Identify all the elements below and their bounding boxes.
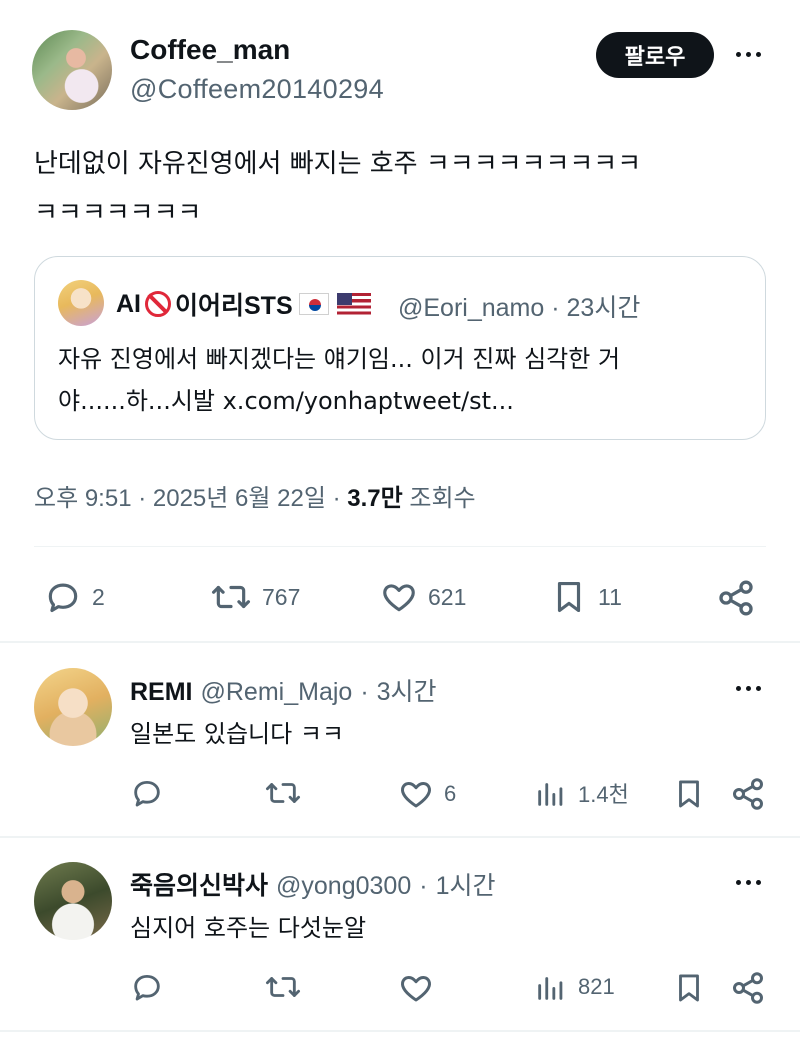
view-count: 821 bbox=[578, 974, 615, 999]
divider bbox=[0, 1030, 800, 1032]
repost-icon bbox=[265, 783, 300, 803]
like-count: 6 bbox=[444, 781, 457, 806]
reply-time[interactable]: 3시간 bbox=[377, 672, 437, 708]
repost-icon bbox=[265, 977, 300, 997]
meta-separator: · bbox=[419, 872, 428, 900]
quoted-text-line-2: 야......하...시발 x.com/yonhaptweet/st... bbox=[58, 387, 514, 415]
post-text-line-2: ㅋㅋㅋㅋㅋㅋㅋ bbox=[34, 198, 202, 228]
more-icon[interactable] bbox=[736, 686, 761, 691]
reply-avatar[interactable] bbox=[34, 668, 112, 746]
author-avatar[interactable] bbox=[32, 30, 112, 110]
reply-count: 2 bbox=[92, 583, 105, 610]
bookmark-count: 11 bbox=[598, 583, 622, 610]
reply-author-name[interactable]: REMI bbox=[130, 678, 193, 707]
like-icon bbox=[401, 782, 431, 808]
meta-separator: · bbox=[551, 294, 560, 322]
bookmark-button[interactable]: 11 bbox=[550, 578, 622, 616]
divider bbox=[0, 836, 800, 838]
reply-author-handle[interactable]: @Remi_Majo bbox=[201, 678, 353, 707]
quoted-post-time: 23시간 bbox=[566, 294, 641, 322]
like-button[interactable]: 6 bbox=[398, 776, 456, 812]
no-entry-icon bbox=[145, 291, 171, 317]
meta-separator: · bbox=[138, 485, 147, 512]
quoted-text-line-1: 자유 진영에서 빠지겠다는 얘기임... 이거 진짜 심각한 거 bbox=[58, 345, 621, 373]
reply-author-handle[interactable]: @yong0300 bbox=[276, 872, 411, 901]
post-text: 난데없이 자유진영에서 빠지는 호주 ㅋㅋㅋㅋㅋㅋㅋㅋㅋ ㅋㅋㅋㅋㅋㅋㅋ bbox=[34, 140, 774, 238]
view-count: 1.4천 bbox=[578, 782, 629, 807]
meta-separator: · bbox=[360, 678, 369, 706]
share-button[interactable] bbox=[730, 776, 766, 812]
repost-button[interactable] bbox=[264, 776, 302, 810]
views-icon bbox=[538, 783, 563, 806]
more-icon[interactable] bbox=[736, 880, 761, 885]
quoted-author-name-prefix: AI bbox=[116, 289, 141, 318]
reply-icon bbox=[48, 583, 78, 613]
view-count: 3.7만 bbox=[347, 485, 403, 512]
divider bbox=[0, 641, 800, 643]
share-icon bbox=[719, 580, 753, 616]
flag-us-icon bbox=[336, 293, 371, 315]
bookmark-icon bbox=[679, 974, 699, 1002]
bookmark-button[interactable] bbox=[672, 970, 706, 1006]
reply-button[interactable] bbox=[130, 776, 164, 810]
quoted-author-avatar[interactable] bbox=[58, 280, 104, 326]
bookmark-button[interactable] bbox=[672, 776, 706, 812]
quoted-author-handle: @Eori_namo bbox=[398, 294, 545, 322]
quoted-meta: @Eori_namo · 23시간 bbox=[398, 288, 640, 324]
post-timestamp: 오후 9:51 · 2025년 6월 22일 · 3.7만 조회수 bbox=[34, 478, 476, 513]
share-button[interactable] bbox=[730, 970, 766, 1006]
quoted-post-text: 자유 진영에서 빠지겠다는 얘기임... 이거 진짜 심각한 거 야......… bbox=[58, 338, 748, 422]
views-icon bbox=[538, 977, 563, 1000]
repost-count: 767 bbox=[262, 583, 301, 610]
reply-text: 일본도 있습니다 ㅋㅋ bbox=[130, 720, 344, 748]
reply-time[interactable]: 1시간 bbox=[436, 866, 496, 902]
like-icon bbox=[401, 976, 431, 1002]
reply-text: 심지어 호주는 다섯눈알 bbox=[130, 914, 367, 942]
reply-author-name[interactable]: 죽음의신박사 bbox=[130, 866, 268, 902]
post-text-line-1: 난데없이 자유진영에서 빠지는 호주 ㅋㅋㅋㅋㅋㅋㅋㅋㅋ bbox=[34, 149, 642, 179]
reply-header: REMI @Remi_Majo · 3시간 bbox=[130, 672, 437, 708]
like-button[interactable]: 621 bbox=[380, 578, 466, 616]
reply-button[interactable]: 2 bbox=[44, 578, 105, 616]
repost-button[interactable]: 767 bbox=[210, 578, 300, 616]
repost-icon bbox=[211, 585, 250, 609]
like-button[interactable] bbox=[398, 970, 444, 1006]
quoted-author-name[interactable]: AI 이어리STS bbox=[116, 286, 371, 322]
divider bbox=[34, 546, 766, 547]
reply-icon bbox=[134, 780, 160, 807]
follow-button[interactable]: 팔로우 bbox=[596, 32, 714, 78]
share-icon bbox=[733, 972, 763, 1004]
bookmark-icon bbox=[557, 581, 581, 613]
bookmark-icon bbox=[679, 780, 699, 808]
share-button[interactable] bbox=[716, 578, 756, 618]
views-button[interactable]: 1.4천 bbox=[534, 776, 629, 810]
author-name[interactable]: Coffee_man bbox=[130, 34, 290, 66]
like-count: 621 bbox=[428, 583, 467, 610]
more-icon[interactable] bbox=[736, 52, 761, 57]
reply-icon bbox=[134, 974, 160, 1001]
reply-header: 죽음의신박사 @yong0300 · 1시간 bbox=[130, 866, 495, 902]
reply-button[interactable] bbox=[130, 970, 164, 1004]
post-date[interactable]: 2025년 6월 22일 bbox=[153, 485, 326, 512]
repost-button[interactable] bbox=[264, 970, 302, 1004]
author-handle[interactable]: @Coffeem20140294 bbox=[130, 74, 384, 105]
share-icon bbox=[733, 778, 763, 810]
views-button[interactable]: 821 bbox=[534, 970, 615, 1004]
reply-avatar[interactable] bbox=[34, 862, 112, 940]
flag-kr-icon bbox=[298, 293, 329, 315]
view-count-label: 조회수 bbox=[409, 485, 476, 512]
meta-separator: · bbox=[332, 485, 341, 512]
post-time[interactable]: 오후 9:51 bbox=[34, 485, 132, 512]
quoted-author-name-suffix: 이어리STS bbox=[175, 292, 293, 320]
like-icon bbox=[383, 584, 415, 612]
